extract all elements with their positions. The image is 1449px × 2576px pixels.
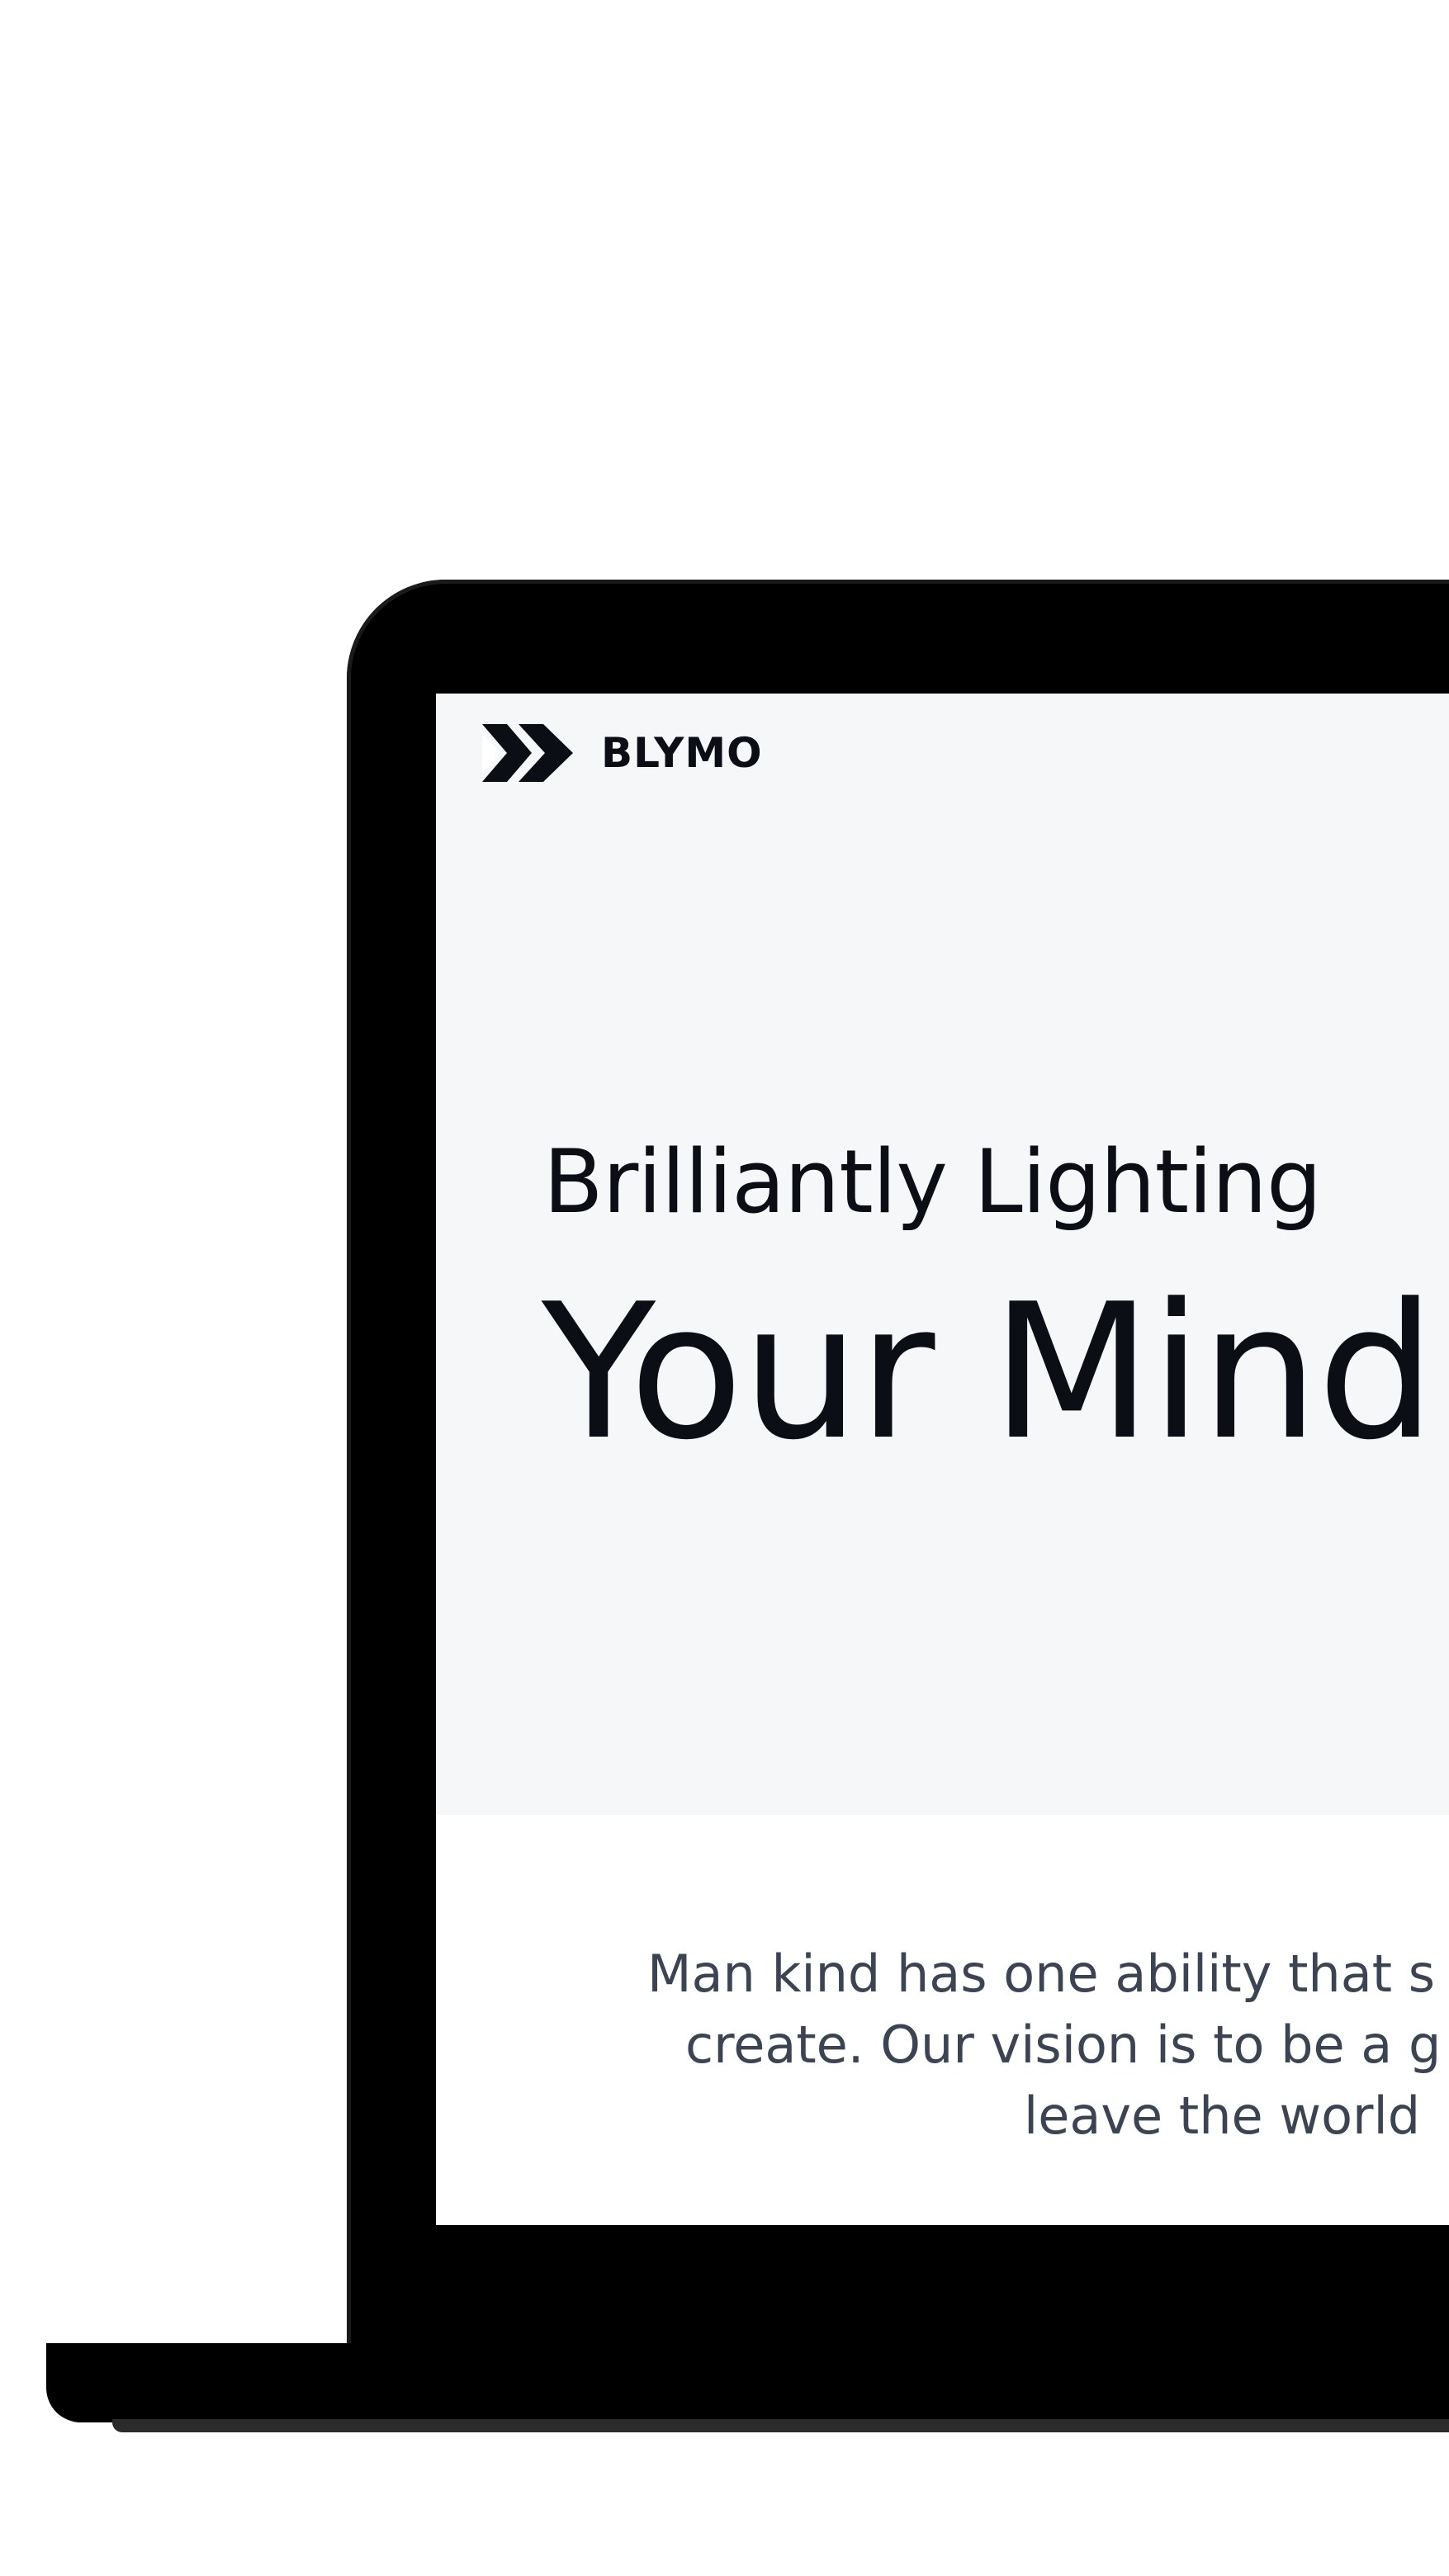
vision-line: leave the world [1024,2086,1421,2146]
vision-line: Man kind has one ability that s [647,1944,1436,2004]
logo-link[interactable]: BLYMO [482,724,763,782]
laptop-base [46,2343,1449,2422]
laptop-base-shadow [112,2419,1449,2432]
laptop-screen: BLYMO Brilliantly Lighting Your Mind's M… [436,694,1449,2225]
hero-section: BLYMO Brilliantly Lighting Your Mind's [436,694,1449,1815]
navbar: BLYMO [482,723,763,783]
hero-headline: Your Mind's [542,1264,1449,1481]
mockup-stage: BLYMO Brilliantly Lighting Your Mind's M… [0,0,1449,2576]
double-chevron-arrow-icon [482,724,573,782]
brand-name: BLYMO [601,729,763,777]
hero-subheadline: Brilliantly Lighting [543,1131,1322,1233]
vision-statement: Man kind has one ability that s create. … [436,1939,1449,2152]
vision-line: create. Our vision is to be a g [685,2015,1442,2075]
